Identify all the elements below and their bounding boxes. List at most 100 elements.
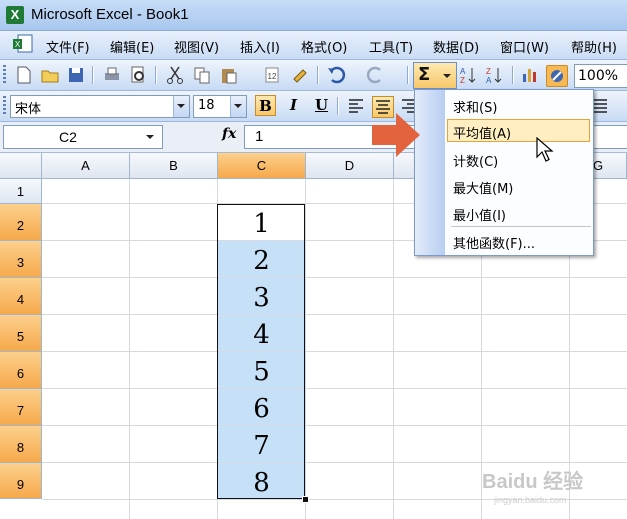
gridline bbox=[393, 179, 394, 519]
workbook-icon[interactable]: X bbox=[12, 34, 34, 54]
menu-format[interactable]: 格式(O) bbox=[301, 37, 347, 56]
menu-file[interactable]: 文件(F) bbox=[46, 37, 90, 56]
gridline bbox=[42, 314, 627, 315]
print-preview-icon[interactable] bbox=[128, 65, 148, 85]
row-header-9[interactable]: 9 bbox=[0, 463, 42, 499]
sigma-icon: Σ bbox=[418, 64, 431, 85]
insert-function-icon[interactable]: fx bbox=[222, 126, 236, 142]
gridline bbox=[305, 179, 306, 519]
svg-text:Z: Z bbox=[460, 76, 465, 85]
toolbar-grip[interactable] bbox=[3, 65, 6, 85]
svg-text:X: X bbox=[15, 40, 21, 49]
gridline bbox=[42, 277, 627, 278]
separator bbox=[92, 66, 93, 84]
chevron-down-icon bbox=[234, 104, 242, 108]
bold-button[interactable]: B bbox=[255, 95, 276, 116]
save-icon[interactable] bbox=[66, 65, 86, 85]
print-icon[interactable] bbox=[102, 65, 122, 85]
underline-button[interactable]: U bbox=[311, 95, 332, 116]
font-name-value: 宋体 bbox=[15, 102, 42, 117]
svg-text:A: A bbox=[486, 76, 492, 85]
column-header-a[interactable]: A bbox=[42, 153, 130, 179]
column-header-c[interactable]: C bbox=[218, 153, 306, 179]
menu-item-min[interactable]: 最小值(I) bbox=[453, 205, 506, 224]
menu-bar: X 文件(F) 编辑(E) 视图(V) 插入(I) 格式(O) 工具(T) 数据… bbox=[0, 31, 627, 60]
sort-descending-icon[interactable]: ZA bbox=[484, 65, 504, 85]
menu-separator bbox=[451, 226, 591, 227]
italic-button[interactable]: I bbox=[283, 95, 304, 116]
zoom-combo[interactable]: 100% bbox=[574, 64, 627, 88]
row-header-3[interactable]: 3 bbox=[0, 241, 42, 278]
menu-item-average[interactable]: 平均值(A) bbox=[453, 123, 511, 142]
menu-help[interactable]: 帮助(H) bbox=[571, 37, 617, 56]
font-dropdown-button[interactable] bbox=[173, 96, 189, 117]
excel-logo-icon: X bbox=[6, 6, 24, 24]
svg-text:Z: Z bbox=[486, 67, 491, 76]
menu-insert[interactable]: 插入(I) bbox=[240, 37, 280, 56]
pointer-arrow-icon bbox=[372, 113, 420, 157]
column-header-b[interactable]: B bbox=[130, 153, 218, 179]
autosum-dropdown-icon[interactable] bbox=[443, 74, 451, 78]
autosum-button[interactable]: Σ bbox=[413, 62, 457, 89]
window-title: Microsoft Excel - Book1 bbox=[31, 6, 189, 23]
font-size-combo[interactable]: 18 bbox=[193, 95, 247, 118]
toolbar-grip[interactable] bbox=[3, 96, 6, 116]
menu-tools[interactable]: 工具(T) bbox=[369, 37, 413, 56]
name-box[interactable]: C2 bbox=[3, 125, 163, 149]
name-box-dropdown-icon[interactable] bbox=[146, 135, 154, 139]
row-header-5[interactable]: 5 bbox=[0, 315, 42, 352]
gridline bbox=[42, 462, 627, 463]
gridline bbox=[129, 179, 130, 519]
separator bbox=[337, 97, 338, 115]
svg-text:12: 12 bbox=[268, 72, 277, 81]
formula-value: 1 bbox=[255, 128, 264, 145]
row-header-8[interactable]: 8 bbox=[0, 426, 42, 463]
row-header-2[interactable]: 2 bbox=[0, 204, 42, 241]
chart-wizard-icon[interactable] bbox=[520, 65, 540, 85]
title-bar: X Microsoft Excel - Book1 bbox=[0, 0, 627, 31]
separator bbox=[155, 66, 156, 84]
chevron-down-icon bbox=[177, 104, 185, 108]
row-header-4[interactable]: 4 bbox=[0, 278, 42, 315]
menu-window[interactable]: 窗口(W) bbox=[500, 37, 549, 56]
fill-handle[interactable] bbox=[302, 496, 309, 503]
clipboard-icon[interactable]: 12 bbox=[262, 65, 282, 85]
select-all-corner[interactable] bbox=[0, 153, 42, 179]
new-icon[interactable] bbox=[14, 65, 34, 85]
row-header-6[interactable]: 6 bbox=[0, 352, 42, 389]
drawing-icon[interactable] bbox=[546, 65, 568, 87]
separator bbox=[407, 66, 408, 84]
font-name-combo[interactable]: 宋体 bbox=[10, 95, 190, 118]
watermark-logo: Baidu 经验 bbox=[482, 471, 584, 493]
cut-icon[interactable] bbox=[165, 65, 185, 85]
align-left-icon[interactable] bbox=[346, 96, 366, 116]
menu-view[interactable]: 视图(V) bbox=[174, 37, 219, 56]
menu-item-more-functions[interactable]: 其他函数(F)... bbox=[453, 233, 535, 252]
undo-icon[interactable] bbox=[326, 65, 346, 85]
autosum-menu: 求和(S) 平均值(A) 计数(C) 最大值(M) 最小值(I) 其他函数(F)… bbox=[414, 89, 594, 256]
row-header-7[interactable]: 7 bbox=[0, 389, 42, 426]
format-painter-icon[interactable] bbox=[290, 65, 310, 85]
svg-text:A: A bbox=[460, 67, 466, 76]
menu-item-max[interactable]: 最大值(M) bbox=[453, 178, 513, 197]
menu-item-sum[interactable]: 求和(S) bbox=[453, 97, 497, 116]
menu-data[interactable]: 数据(D) bbox=[433, 37, 479, 56]
font-size-value: 18 bbox=[198, 98, 215, 113]
size-dropdown-button[interactable] bbox=[230, 96, 246, 117]
standard-toolbar: 12 Σ AZ ZA 100% bbox=[0, 60, 627, 137]
mouse-cursor-icon bbox=[536, 137, 554, 162]
name-box-value: C2 bbox=[59, 129, 77, 145]
selection-border bbox=[217, 204, 305, 499]
menu-item-count[interactable]: 计数(C) bbox=[453, 151, 498, 170]
row-header-1[interactable]: 1 bbox=[0, 179, 42, 204]
open-icon[interactable] bbox=[40, 65, 60, 85]
paste-icon[interactable] bbox=[219, 65, 239, 85]
copy-icon[interactable] bbox=[192, 65, 212, 85]
redo-icon[interactable] bbox=[366, 65, 386, 85]
zoom-value: 100% bbox=[578, 68, 619, 84]
watermark-url: jingyan.baidu.com bbox=[494, 495, 567, 505]
gridline bbox=[42, 425, 627, 426]
gridline bbox=[42, 388, 627, 389]
menu-edit[interactable]: 编辑(E) bbox=[110, 37, 154, 56]
sort-ascending-icon[interactable]: AZ bbox=[458, 65, 478, 85]
